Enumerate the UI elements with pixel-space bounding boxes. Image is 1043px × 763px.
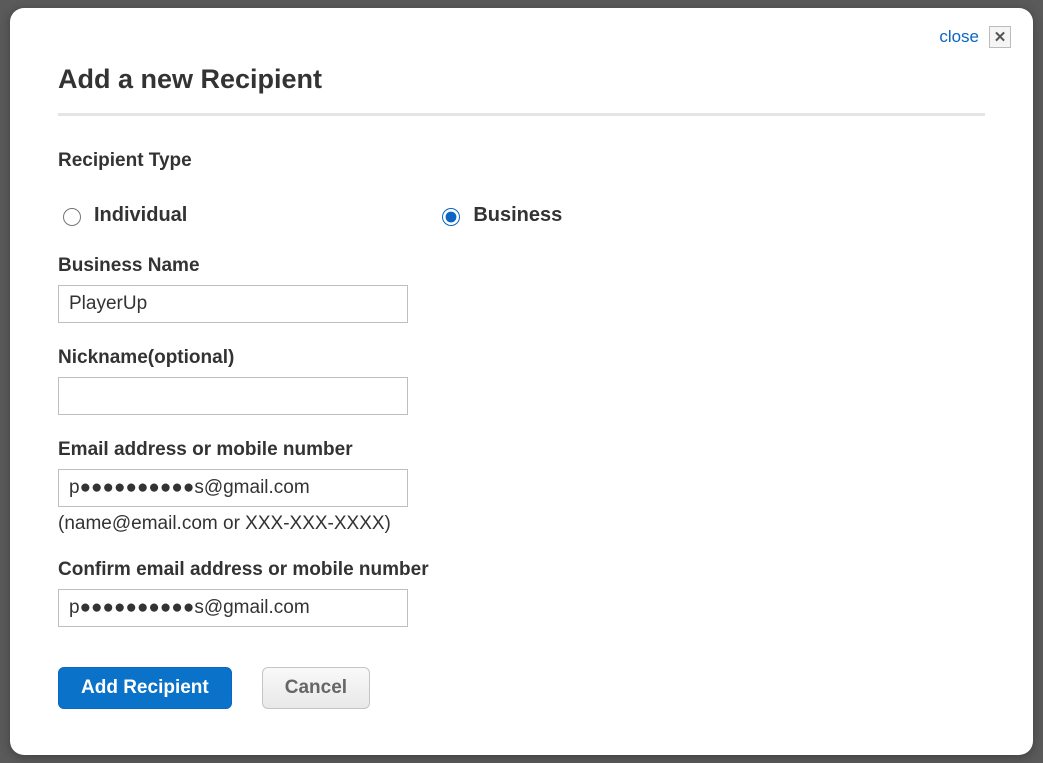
- nickname-label: Nickname(optional): [58, 347, 985, 369]
- email-label: Email address or mobile number: [58, 439, 985, 461]
- confirm-email-label: Confirm email address or mobile number: [58, 559, 985, 581]
- divider: [58, 113, 985, 116]
- confirm-email-input[interactable]: [58, 589, 408, 627]
- cancel-button[interactable]: Cancel: [262, 667, 370, 709]
- nickname-input[interactable]: [58, 377, 408, 415]
- nickname-field: Nickname(optional): [58, 347, 985, 415]
- email-hint: (name@email.com or XXX-XXX-XXXX): [58, 513, 985, 535]
- business-radio[interactable]: [442, 208, 460, 226]
- recipient-type-business[interactable]: Business: [437, 204, 562, 227]
- recipient-type-individual[interactable]: Individual: [58, 204, 187, 227]
- email-input[interactable]: [58, 469, 408, 507]
- modal-title: Add a new Recipient: [58, 64, 985, 95]
- modal-backdrop: close ✕ Add a new Recipient Recipient Ty…: [0, 0, 1043, 763]
- close-controls: close ✕: [939, 26, 1011, 48]
- close-icon[interactable]: ✕: [989, 26, 1011, 48]
- add-recipient-button[interactable]: Add Recipient: [58, 667, 232, 709]
- recipient-type-label: Recipient Type: [58, 150, 985, 172]
- individual-radio[interactable]: [63, 208, 81, 226]
- confirm-email-field: Confirm email address or mobile number: [58, 559, 985, 627]
- recipient-type-options: Individual Business: [58, 204, 985, 227]
- add-recipient-modal: close ✕ Add a new Recipient Recipient Ty…: [10, 8, 1033, 755]
- button-row: Add Recipient Cancel: [58, 667, 985, 709]
- individual-radio-label[interactable]: Individual: [94, 204, 187, 227]
- business-radio-label[interactable]: Business: [473, 204, 562, 227]
- email-field: Email address or mobile number (name@ema…: [58, 439, 985, 535]
- business-name-field: Business Name: [58, 255, 985, 323]
- close-link[interactable]: close: [939, 27, 979, 47]
- business-name-label: Business Name: [58, 255, 985, 277]
- business-name-input[interactable]: [58, 285, 408, 323]
